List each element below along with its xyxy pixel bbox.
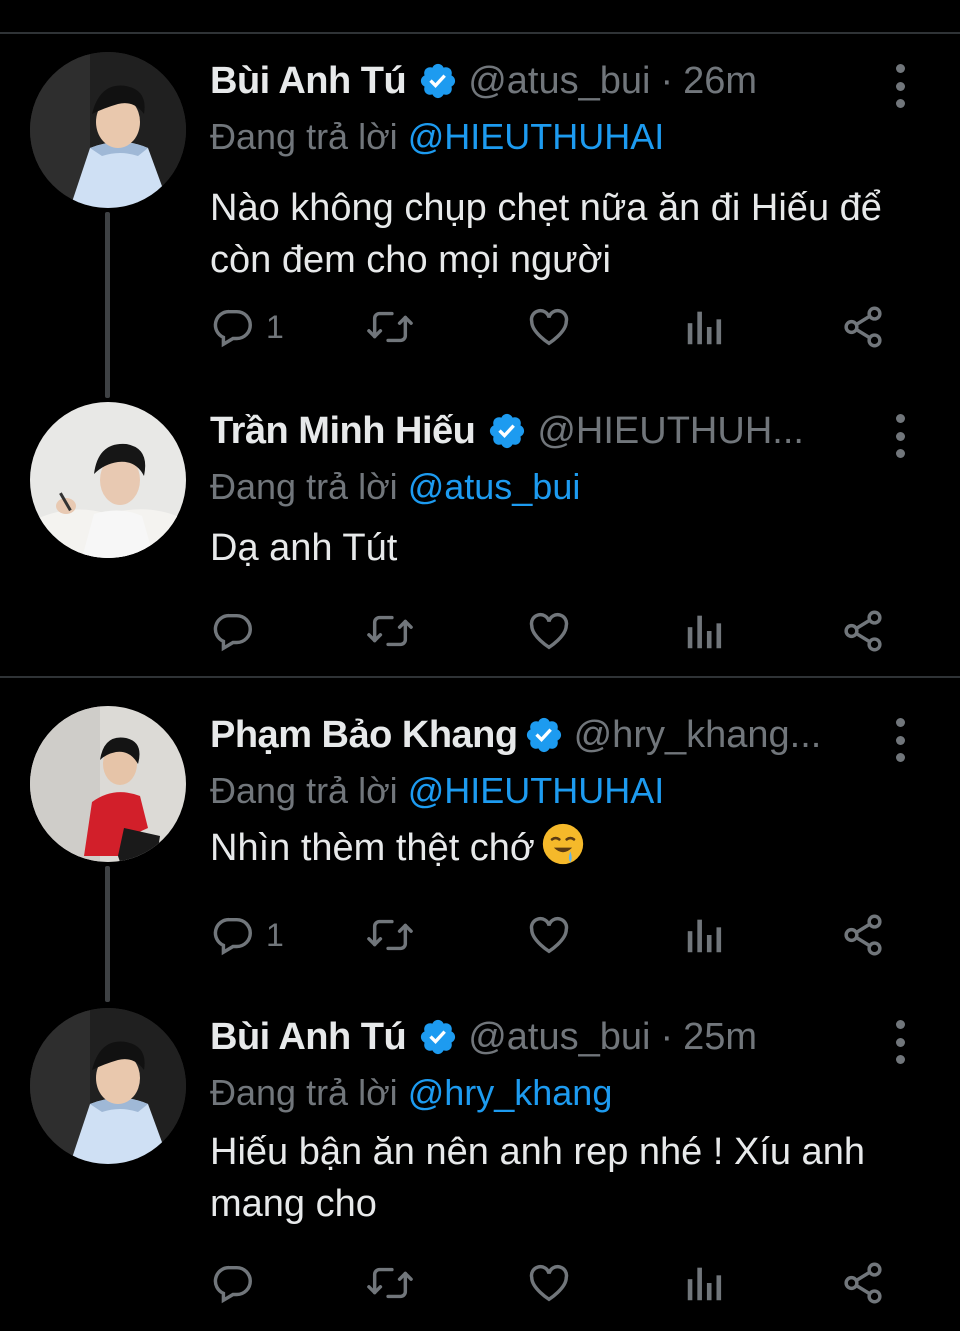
analytics-button[interactable]	[685, 910, 725, 960]
retweet-icon	[367, 311, 413, 343]
verified-badge-icon	[487, 411, 527, 451]
like-icon	[529, 612, 569, 650]
like-icon	[529, 916, 569, 954]
retweet-button[interactable]	[365, 606, 415, 656]
avatar[interactable]	[30, 706, 186, 862]
tweet-text: Nhìn thèm thệt chớ	[210, 822, 930, 880]
reply-mention-link[interactable]: @HIEUTHUHAI	[408, 116, 665, 157]
reply-button[interactable]	[210, 606, 266, 656]
tweet-text-content: Nhìn thèm thệt chớ	[210, 827, 535, 869]
author-handle[interactable]: @atus_bui	[468, 1016, 650, 1059]
tweet-card[interactable]: Bùi Anh Tú @atus_bui · 26m Đang trả lời …	[0, 34, 960, 334]
replying-to-label: Đang trả lời	[210, 1072, 408, 1113]
share-button[interactable]	[840, 1258, 886, 1308]
reply-icon	[213, 309, 252, 348]
replying-to-label: Đang trả lời	[210, 466, 408, 507]
retweet-button[interactable]	[365, 910, 415, 960]
reply-count: 1	[266, 916, 284, 953]
reply-button[interactable]	[210, 1258, 266, 1308]
tweet-text: Dạ anh Tút	[210, 527, 398, 569]
tweet-actions	[210, 1258, 900, 1308]
reply-mention-link[interactable]: @HIEUTHUHAI	[408, 770, 665, 811]
retweet-icon	[367, 1267, 413, 1299]
like-icon	[529, 1264, 569, 1302]
replying-to-label: Đang trả lời	[210, 116, 408, 157]
analytics-button[interactable]	[685, 1258, 725, 1308]
reply-button[interactable]: 1	[210, 302, 284, 352]
more-vertical-icon[interactable]	[888, 64, 912, 108]
author-handle[interactable]: @hry_khang...	[574, 714, 822, 757]
replying-to: Đang trả lời @HIEUTHUHAI	[210, 116, 664, 158]
replying-to: Đang trả lời @atus_bui	[210, 466, 580, 508]
like-button[interactable]	[525, 302, 573, 352]
like-button[interactable]	[525, 1258, 573, 1308]
like-button[interactable]	[525, 606, 573, 656]
tweet-actions	[210, 606, 900, 656]
avatar[interactable]	[30, 1008, 186, 1164]
reply-mention-link[interactable]: @atus_bui	[408, 466, 581, 507]
more-vertical-icon[interactable]	[888, 414, 912, 458]
reply-icon	[213, 613, 252, 652]
separator-dot: ·	[660, 1015, 674, 1058]
replying-to: Đang trả lời @HIEUTHUHAI	[210, 770, 664, 812]
share-button[interactable]	[840, 606, 886, 656]
retweet-button[interactable]	[365, 1258, 415, 1308]
verified-badge-icon	[418, 1017, 458, 1057]
tweet-actions: 1	[210, 910, 900, 960]
like-icon	[529, 308, 569, 346]
analytics-icon	[687, 919, 722, 953]
tweet-card[interactable]: Bùi Anh Tú @atus_bui · 25m Đang trả lời …	[0, 990, 960, 1290]
retweet-icon	[367, 615, 413, 647]
analytics-icon	[687, 311, 722, 345]
author-handle[interactable]: @HIEUTHUH...	[537, 410, 804, 453]
avatar[interactable]	[30, 402, 186, 558]
reply-count: 1	[266, 308, 284, 345]
share-icon	[844, 610, 882, 652]
retweet-icon	[367, 919, 413, 951]
share-button[interactable]	[840, 910, 886, 960]
retweet-button[interactable]	[365, 302, 415, 352]
share-icon	[844, 306, 882, 348]
analytics-icon	[687, 1267, 722, 1301]
timestamp[interactable]: 25m	[683, 1016, 757, 1059]
timestamp[interactable]: 26m	[683, 60, 757, 103]
verified-badge-icon	[524, 715, 564, 755]
separator-dot: ·	[660, 59, 674, 102]
author-name[interactable]: Bùi Anh Tú	[210, 1016, 407, 1059]
drooling-face-emoji	[541, 822, 585, 880]
replying-to: Đang trả lời @hry_khang	[210, 1072, 612, 1114]
reply-icon	[213, 917, 252, 956]
share-icon	[844, 914, 882, 956]
tweet-actions: 1	[210, 302, 900, 352]
like-button[interactable]	[525, 910, 573, 960]
author-name[interactable]: Bùi Anh Tú	[210, 60, 407, 103]
reply-button[interactable]: 1	[210, 910, 284, 960]
avatar[interactable]	[30, 52, 186, 208]
reply-icon	[213, 1265, 252, 1304]
share-icon	[844, 1262, 882, 1304]
author-name[interactable]: Phạm Bảo Khang	[210, 714, 518, 757]
verified-badge-icon	[418, 61, 458, 101]
replying-to-label: Đang trả lời	[210, 770, 408, 811]
more-vertical-icon[interactable]	[888, 1020, 912, 1064]
reply-mention-link[interactable]: @hry_khang	[408, 1072, 613, 1113]
share-button[interactable]	[840, 302, 886, 352]
tweet-text: Hiếu bận ăn nên anh rep nhé ! Xíu anh ma…	[210, 1131, 865, 1225]
author-handle[interactable]: @atus_bui	[468, 60, 650, 103]
more-vertical-icon[interactable]	[888, 718, 912, 762]
analytics-icon	[687, 615, 722, 649]
author-name[interactable]: Trần Minh Hiếu	[210, 410, 476, 453]
analytics-button[interactable]	[685, 302, 725, 352]
tweet-text: Nào không chụp chẹt nữa ăn đi Hiếu để cò…	[210, 187, 882, 281]
analytics-button[interactable]	[685, 606, 725, 656]
